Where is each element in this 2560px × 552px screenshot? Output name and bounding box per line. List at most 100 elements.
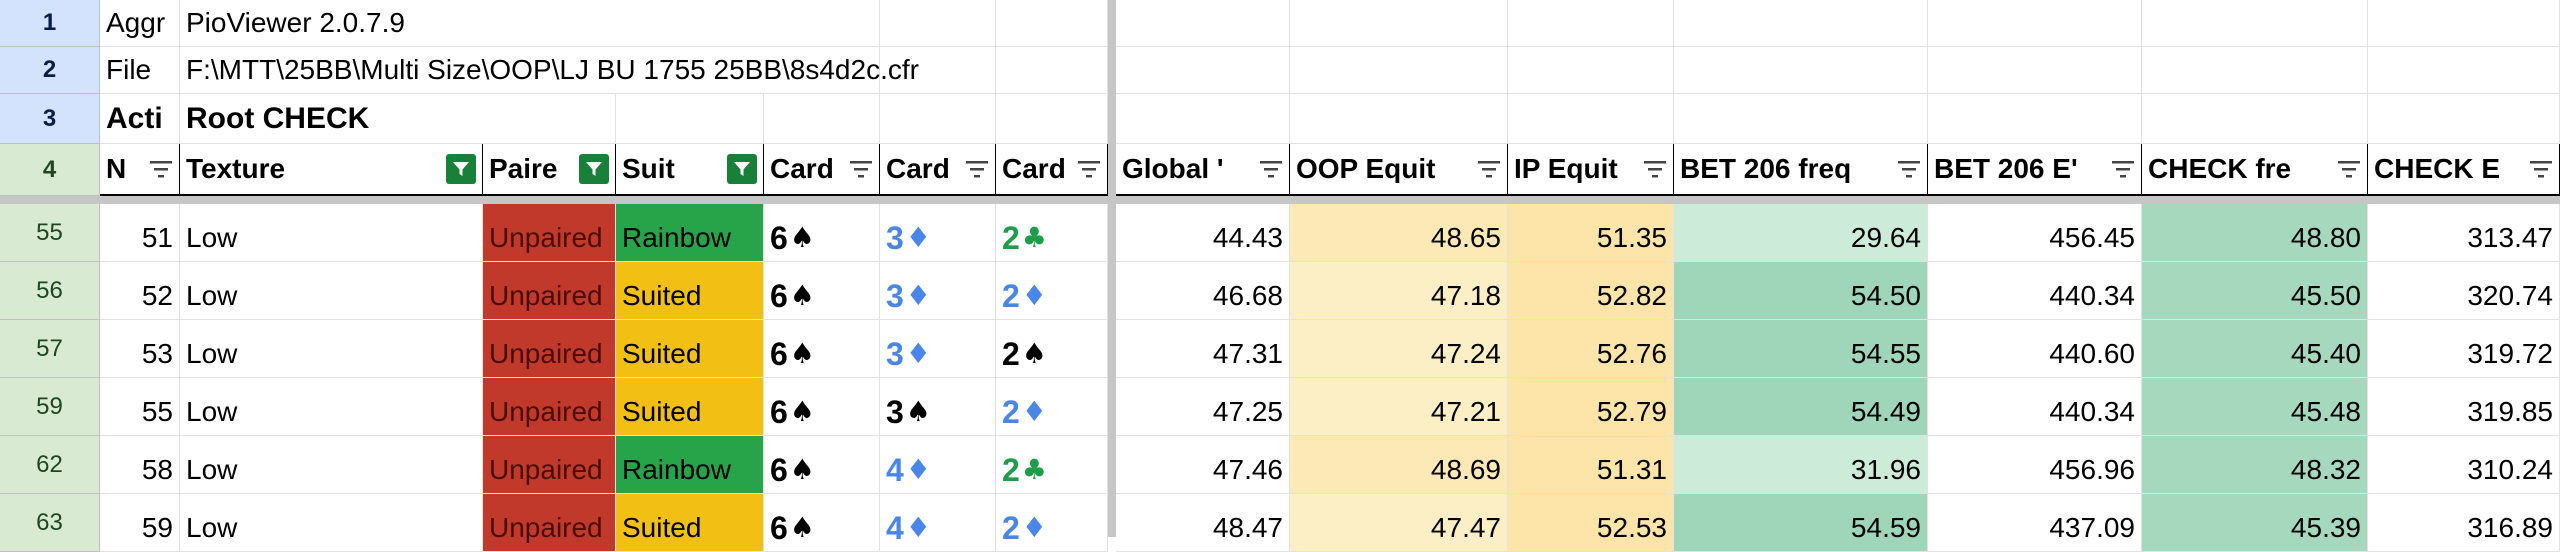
active-filter-icon[interactable] — [579, 154, 609, 184]
card-cell[interactable]: 6 ♠ — [764, 378, 880, 436]
empty-cell[interactable] — [616, 94, 764, 144]
global-equity-cell[interactable]: 47.46 — [1116, 436, 1290, 494]
row-header[interactable]: 55 — [0, 204, 100, 262]
check-freq-cell[interactable]: 45.39 — [2142, 494, 2368, 552]
col-header-oop-equity[interactable]: OOP Equit — [1290, 144, 1508, 196]
empty-cell[interactable] — [1928, 0, 2142, 47]
global-equity-cell[interactable]: 47.25 — [1116, 378, 1290, 436]
frozen-row-divider[interactable] — [0, 196, 2560, 204]
paired-cell[interactable]: Unpaired — [483, 378, 616, 436]
row-index-cell[interactable]: 53 — [100, 320, 180, 378]
empty-cell[interactable] — [2142, 47, 2368, 94]
col-header-card3[interactable]: Card — [996, 144, 1108, 196]
col-header-check-ev[interactable]: CHECK E — [2368, 144, 2560, 196]
filter-icon[interactable] — [1897, 158, 1921, 180]
card-cell[interactable]: 2 ♦ — [996, 378, 1108, 436]
suit-cell[interactable]: Suited — [616, 378, 764, 436]
row-header[interactable]: 63 — [0, 494, 100, 552]
filter-icon[interactable] — [2111, 158, 2135, 180]
card-cell[interactable]: 2 ♣ — [996, 204, 1108, 262]
col-header-global[interactable]: Global ' — [1116, 144, 1290, 196]
value-cell[interactable]: Root CHECK — [180, 94, 580, 144]
check-freq-cell[interactable]: 45.48 — [2142, 378, 2368, 436]
col-header-bet-ev[interactable]: BET 206 E' — [1928, 144, 2142, 196]
oop-equity-cell[interactable]: 47.18 — [1290, 262, 1508, 320]
empty-cell[interactable] — [1508, 47, 1674, 94]
texture-cell[interactable]: Low — [180, 320, 483, 378]
empty-cell[interactable] — [2368, 94, 2560, 144]
ip-equity-cell[interactable]: 51.31 — [1508, 436, 1674, 494]
card-cell[interactable]: 2 ♦ — [996, 494, 1108, 552]
empty-cell[interactable] — [764, 94, 880, 144]
oop-equity-cell[interactable]: 47.47 — [1290, 494, 1508, 552]
col-header-card1[interactable]: Card — [764, 144, 880, 196]
value-cell[interactable]: PioViewer 2.0.7.9 — [180, 0, 580, 47]
oop-equity-cell[interactable]: 48.69 — [1290, 436, 1508, 494]
filter-icon[interactable] — [1643, 158, 1667, 180]
frozen-column-divider[interactable] — [1108, 0, 1116, 537]
row-index-cell[interactable]: 51 — [100, 204, 180, 262]
texture-cell[interactable]: Low — [180, 436, 483, 494]
label-cell[interactable]: Acti — [100, 94, 180, 144]
filter-icon[interactable] — [1259, 158, 1283, 180]
empty-cell[interactable] — [1508, 94, 1674, 144]
empty-cell[interactable] — [2142, 94, 2368, 144]
row-header[interactable]: 1 — [0, 0, 100, 47]
empty-cell[interactable] — [1116, 94, 1290, 144]
oop-equity-cell[interactable]: 48.65 — [1290, 204, 1508, 262]
col-header-n[interactable]: N — [100, 144, 180, 196]
oop-equity-cell[interactable]: 47.21 — [1290, 378, 1508, 436]
suit-cell[interactable]: Suited — [616, 262, 764, 320]
bet-freq-cell[interactable]: 54.49 — [1674, 378, 1928, 436]
check-ev-cell[interactable]: 319.85 — [2368, 378, 2560, 436]
card-cell[interactable]: 3 ♦ — [880, 262, 996, 320]
card-cell[interactable]: 2 ♠ — [996, 320, 1108, 378]
empty-cell[interactable] — [1290, 47, 1508, 94]
empty-cell[interactable] — [616, 0, 764, 47]
global-equity-cell[interactable]: 46.68 — [1116, 262, 1290, 320]
empty-cell[interactable] — [1508, 0, 1674, 47]
col-header-paired[interactable]: Paire — [483, 144, 616, 196]
card-cell[interactable]: 4 ♦ — [880, 494, 996, 552]
empty-cell[interactable] — [1928, 94, 2142, 144]
oop-equity-cell[interactable]: 47.24 — [1290, 320, 1508, 378]
card-cell[interactable]: 3 ♦ — [880, 204, 996, 262]
suit-cell[interactable]: Suited — [616, 494, 764, 552]
col-header-check-freq[interactable]: CHECK fre — [2142, 144, 2368, 196]
active-filter-icon[interactable] — [446, 154, 476, 184]
suit-cell[interactable]: Rainbow — [616, 204, 764, 262]
ip-equity-cell[interactable]: 52.82 — [1508, 262, 1674, 320]
global-equity-cell[interactable]: 47.31 — [1116, 320, 1290, 378]
empty-cell[interactable] — [1674, 47, 1928, 94]
ip-equity-cell[interactable]: 51.35 — [1508, 204, 1674, 262]
active-filter-icon[interactable] — [727, 154, 757, 184]
filter-icon[interactable] — [965, 158, 989, 180]
empty-cell[interactable] — [1116, 47, 1290, 94]
empty-cell[interactable] — [1290, 94, 1508, 144]
paired-cell[interactable]: Unpaired — [483, 262, 616, 320]
ip-equity-cell[interactable]: 52.76 — [1508, 320, 1674, 378]
filter-icon[interactable] — [2529, 158, 2553, 180]
empty-cell[interactable] — [996, 47, 1108, 94]
check-ev-cell[interactable]: 313.47 — [2368, 204, 2560, 262]
paired-cell[interactable]: Unpaired — [483, 436, 616, 494]
suit-cell[interactable]: Suited — [616, 320, 764, 378]
empty-cell[interactable] — [1928, 47, 2142, 94]
row-header[interactable]: 3 — [0, 94, 100, 144]
label-cell[interactable]: File — [100, 47, 180, 94]
check-ev-cell[interactable]: 316.89 — [2368, 494, 2560, 552]
texture-cell[interactable]: Low — [180, 378, 483, 436]
card-cell[interactable]: 6 ♠ — [764, 320, 880, 378]
card-cell[interactable]: 2 ♦ — [996, 262, 1108, 320]
bet-freq-cell[interactable]: 54.59 — [1674, 494, 1928, 552]
texture-cell[interactable]: Low — [180, 262, 483, 320]
filter-icon[interactable] — [1077, 158, 1101, 180]
suit-cell[interactable]: Rainbow — [616, 436, 764, 494]
row-header[interactable]: 4 — [0, 144, 100, 196]
col-header-bet-freq[interactable]: BET 206 freq — [1674, 144, 1928, 196]
label-cell[interactable]: Aggr — [100, 0, 180, 47]
card-cell[interactable]: 2 ♣ — [996, 436, 1108, 494]
filter-icon[interactable] — [849, 158, 873, 180]
row-header[interactable]: 56 — [0, 262, 100, 320]
bet-freq-cell[interactable]: 54.55 — [1674, 320, 1928, 378]
